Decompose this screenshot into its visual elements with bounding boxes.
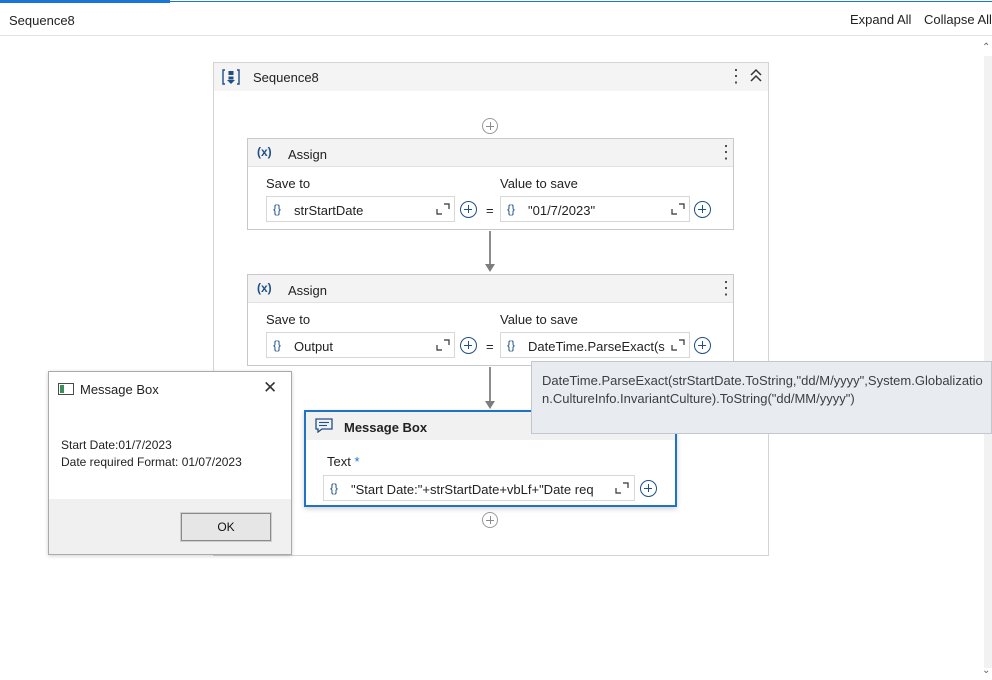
tab-strip-line [170, 1, 992, 2]
dialog-message-line: Start Date:01/7/2023 [61, 438, 172, 452]
text-expression-field[interactable]: {} "Start Date:"+strStartDate+vbLf+"Date… [323, 475, 635, 501]
dialog-footer: OK [49, 499, 291, 554]
expression-braces-icon: {} [330, 481, 339, 495]
equals-sign: = [486, 203, 494, 218]
expand-all-button[interactable]: Expand All [850, 12, 911, 27]
expression-braces-icon: {} [273, 338, 282, 352]
expand-editor-icon[interactable] [436, 339, 450, 351]
expression-tooltip: DateTime.ParseExact(strStartDate.ToStrin… [531, 361, 992, 434]
add-variable-icon[interactable] [460, 201, 477, 218]
value-to-save-field[interactable]: {} "01/7/2023" [500, 196, 690, 222]
value-to-save-value: "01/7/2023" [528, 203, 596, 218]
close-icon[interactable]: ✕ [263, 378, 277, 398]
equals-sign: = [486, 339, 494, 354]
expand-editor-icon[interactable] [436, 203, 450, 215]
text-expression-value: "Start Date:"+strStartDate+vbLf+"Date re… [351, 482, 594, 497]
dialog-title: Message Box [80, 382, 159, 397]
sequence-header: Sequence8 ⋮ [214, 63, 768, 91]
breadcrumb[interactable]: Sequence8 [9, 13, 75, 28]
ok-button[interactable]: OK [180, 512, 272, 542]
more-options-icon[interactable]: ⋮ [717, 278, 735, 298]
assign-title: Assign [288, 283, 328, 298]
collapse-chevron-icon[interactable] [748, 67, 764, 85]
assign-title: Assign [288, 147, 328, 162]
save-to-field[interactable]: {} strStartDate [266, 196, 455, 222]
add-activity-icon[interactable] [482, 512, 498, 528]
save-to-value: strStartDate [294, 203, 364, 218]
value-to-save-value: DateTime.ParseExact(s [528, 339, 665, 354]
expression-braces-icon: {} [507, 202, 516, 216]
expand-editor-icon[interactable] [671, 339, 685, 351]
add-expression-icon[interactable] [640, 480, 657, 497]
variable-x-icon: (x) [257, 145, 272, 159]
expression-braces-icon: {} [507, 338, 516, 352]
scroll-up-icon[interactable]: ⌃ [982, 42, 990, 53]
assign-activity[interactable]: (x) Assign ⋮ Save to Value to save {} Ou… [247, 274, 735, 366]
scroll-down-icon[interactable]: ⌄ [982, 665, 990, 676]
text-label: Text * [327, 454, 360, 469]
expand-editor-icon[interactable] [671, 203, 685, 215]
message-box-title: Message Box [344, 420, 428, 435]
save-to-label: Save to [266, 176, 311, 191]
value-to-save-label: Value to save [500, 176, 578, 191]
connector-line [489, 231, 491, 264]
more-options-icon[interactable]: ⋮ [727, 66, 745, 86]
assign-activity[interactable]: (x) Assign ⋮ Save to Value to save {} st… [247, 138, 735, 230]
add-activity-icon[interactable] [482, 118, 498, 134]
expand-editor-icon[interactable] [615, 482, 629, 494]
message-bubble-icon [315, 418, 333, 433]
save-to-field[interactable]: {} Output [266, 332, 455, 358]
connector-line [489, 367, 491, 401]
sequence-title: Sequence8 [253, 70, 319, 85]
add-expression-icon[interactable] [694, 201, 711, 218]
text-label-text: Text [327, 454, 351, 469]
message-box-dialog[interactable]: Message Box ✕ Start Date:01/7/2023 Date … [48, 371, 292, 555]
save-to-label: Save to [266, 312, 311, 327]
designer-header: Sequence8 Expand All Collapse All [0, 3, 992, 36]
save-to-value: Output [294, 339, 334, 354]
sequence-icon [222, 69, 240, 85]
required-mark: * [354, 454, 360, 469]
dialog-message-line: Date required Format: 01/07/2023 [61, 455, 242, 469]
window-app-icon [58, 383, 74, 395]
value-to-save-label: Value to save [500, 312, 578, 327]
value-to-save-field[interactable]: {} DateTime.ParseExact(s [500, 332, 690, 358]
connector-arrow-icon [485, 264, 495, 272]
more-options-icon[interactable]: ⋮ [717, 142, 735, 162]
expression-braces-icon: {} [273, 202, 282, 216]
connector-arrow-icon [485, 401, 495, 409]
variable-x-icon: (x) [257, 281, 272, 295]
add-variable-icon[interactable] [460, 337, 477, 354]
add-expression-icon[interactable] [694, 337, 711, 354]
tooltip-text: DateTime.ParseExact(strStartDate.ToStrin… [542, 373, 983, 406]
collapse-all-button[interactable]: Collapse All [924, 12, 992, 27]
